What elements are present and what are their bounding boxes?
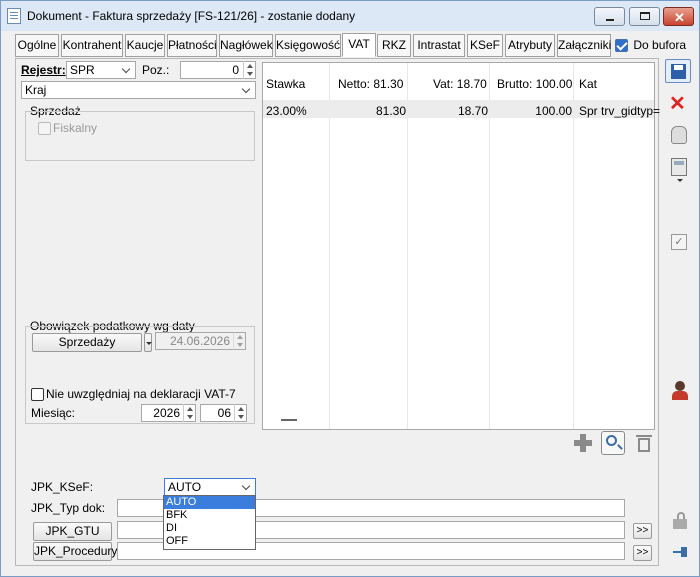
ksef-option-off[interactable]: OFF <box>164 535 255 548</box>
maximize-button[interactable] <box>629 7 660 26</box>
calculator-icon[interactable] <box>671 158 687 176</box>
jpk-ksef-select[interactable]: AUTO <box>164 478 256 496</box>
do-bufora-checkbox[interactable]: Do bufora <box>615 38 687 53</box>
jpk-gtu-button[interactable]: JPK_GTU <box>33 522 112 541</box>
cell-vat: 18.70 <box>457 104 488 118</box>
search-icon[interactable] <box>601 431 625 455</box>
vat-table[interactable]: Stawka Netto: 81.30 Vat: 18.70 Brutto: 1… <box>262 62 660 430</box>
tab-ogolne[interactable]: Ogólne <box>15 34 59 57</box>
save-icon[interactable] <box>665 59 691 83</box>
tab-naglowek[interactable]: Nagłówek <box>219 34 273 57</box>
do-bufora-check[interactable] <box>615 39 628 53</box>
month-spinner[interactable] <box>234 404 246 422</box>
kraj-select[interactable]: Kraj <box>21 81 256 99</box>
user-icon[interactable] <box>670 381 690 401</box>
cell-kat: Spr trv_gidtyp= <box>579 104 661 118</box>
nie-uwzgledniaj-label: Nie uwzględniaj na deklaracji VAT-7 <box>46 387 236 401</box>
chevron-down-icon[interactable] <box>239 479 255 495</box>
delete-icon[interactable]: ✕ <box>669 91 686 116</box>
trash-icon[interactable] <box>636 433 652 453</box>
window-title: Dokument - Faktura sprzedaży [FS-121/26]… <box>27 9 356 23</box>
cell-netto: 81.30 <box>375 104 406 118</box>
add-icon[interactable] <box>573 433 593 453</box>
chevron-down-icon[interactable] <box>239 82 255 98</box>
jpk-procedury-more-button[interactable]: >> <box>633 545 652 561</box>
tab-zalaczniki[interactable]: Załączniki <box>557 34 611 57</box>
header-netto[interactable]: Netto: 81.30 <box>338 77 403 91</box>
header-brutto[interactable]: Brutto: 100.00 <box>497 77 572 91</box>
date-spinner <box>233 332 245 350</box>
cell-brutto: 100.00 <box>535 104 572 118</box>
tab-atrybuty[interactable]: Atrybuty <box>505 34 555 57</box>
chevron-down-icon[interactable] <box>119 62 135 78</box>
chevron-down-icon[interactable] <box>677 179 683 182</box>
header-vat[interactable]: Vat: 18.70 <box>433 77 487 91</box>
tab-platnosci[interactable]: Płatności <box>167 34 217 57</box>
rejestr-select[interactable]: SPR <box>66 61 136 79</box>
jpk-procedury-button[interactable]: JPK_Procedury <box>33 542 117 561</box>
tab-rkz[interactable]: RKZ <box>377 34 411 57</box>
tab-intrastat[interactable]: Intrastat <box>413 34 465 57</box>
fiskalny-label: Fiskalny <box>53 121 98 135</box>
rejestr-label: Rejestr: <box>21 63 66 77</box>
ksef-option-di[interactable]: DI <box>164 522 255 535</box>
tab-ksef[interactable]: KSeF <box>467 34 503 57</box>
cell-stawka: 23.00% <box>266 104 307 118</box>
tab-kontrahent[interactable]: Kontrahent <box>61 34 123 57</box>
pin-icon[interactable] <box>673 547 689 557</box>
miesiac-year-input[interactable]: 2026 <box>141 404 196 422</box>
document-window: Dokument - Faktura sprzedaży [FS-121/26]… <box>0 0 700 577</box>
fiskalny-checkbox: Fiskalny <box>38 121 98 136</box>
minimize-button[interactable] <box>594 7 625 26</box>
document-icon <box>7 8 21 24</box>
jpk-ksef-label: JPK_KSeF: <box>31 480 94 494</box>
lock-icon[interactable] <box>673 512 687 529</box>
ksef-option-bfk[interactable]: BFK <box>164 509 255 522</box>
resize-handle[interactable] <box>281 419 297 421</box>
do-bufora-label: Do bufora <box>633 38 687 52</box>
header-kat[interactable]: Kat <box>579 77 597 91</box>
check-icon[interactable]: ✓ <box>671 234 687 250</box>
header-stawka[interactable]: Stawka <box>266 77 305 91</box>
tab-vat[interactable]: VAT <box>342 33 376 57</box>
poz-spinner[interactable] <box>243 61 255 79</box>
miesiac-label: Miesiąc: <box>31 406 76 420</box>
poz-label: Poz.: <box>142 63 170 77</box>
ksef-option-auto[interactable]: AUTO <box>164 496 255 509</box>
hand-icon[interactable] <box>671 126 687 144</box>
title-bar: Dokument - Faktura sprzedaży [FS-121/26]… <box>1 1 699 31</box>
sprzedazy-button[interactable]: Sprzedaży <box>32 333 142 352</box>
obowiazek-date: 24.06.2026 <box>155 332 246 350</box>
sprzedaz-group <box>25 111 255 161</box>
jpk-typ-label: JPK_Typ dok: <box>31 501 106 515</box>
vat-panel: Rejestr: SPR Poz.: 0 Kraj Sprzedaż Fiska… <box>15 58 660 566</box>
year-spinner[interactable] <box>183 404 195 422</box>
nie-uwzgledniaj-checkbox[interactable]: Nie uwzględniaj na deklaracji VAT-7 <box>31 387 236 402</box>
tab-ksiegowosc[interactable]: Księgowość <box>275 34 341 57</box>
jpk-gtu-more-button[interactable]: >> <box>633 523 652 539</box>
miesiac-month-input[interactable]: 06 <box>200 404 247 422</box>
tab-kaucje[interactable]: Kaucje <box>125 34 165 57</box>
sprzedazy-dropdown[interactable] <box>144 333 152 352</box>
poz-input[interactable]: 0 <box>180 61 256 79</box>
jpk-ksef-dropdown-list[interactable]: AUTO BFK DI OFF <box>163 495 256 550</box>
close-button[interactable]: ✕ <box>663 7 694 26</box>
